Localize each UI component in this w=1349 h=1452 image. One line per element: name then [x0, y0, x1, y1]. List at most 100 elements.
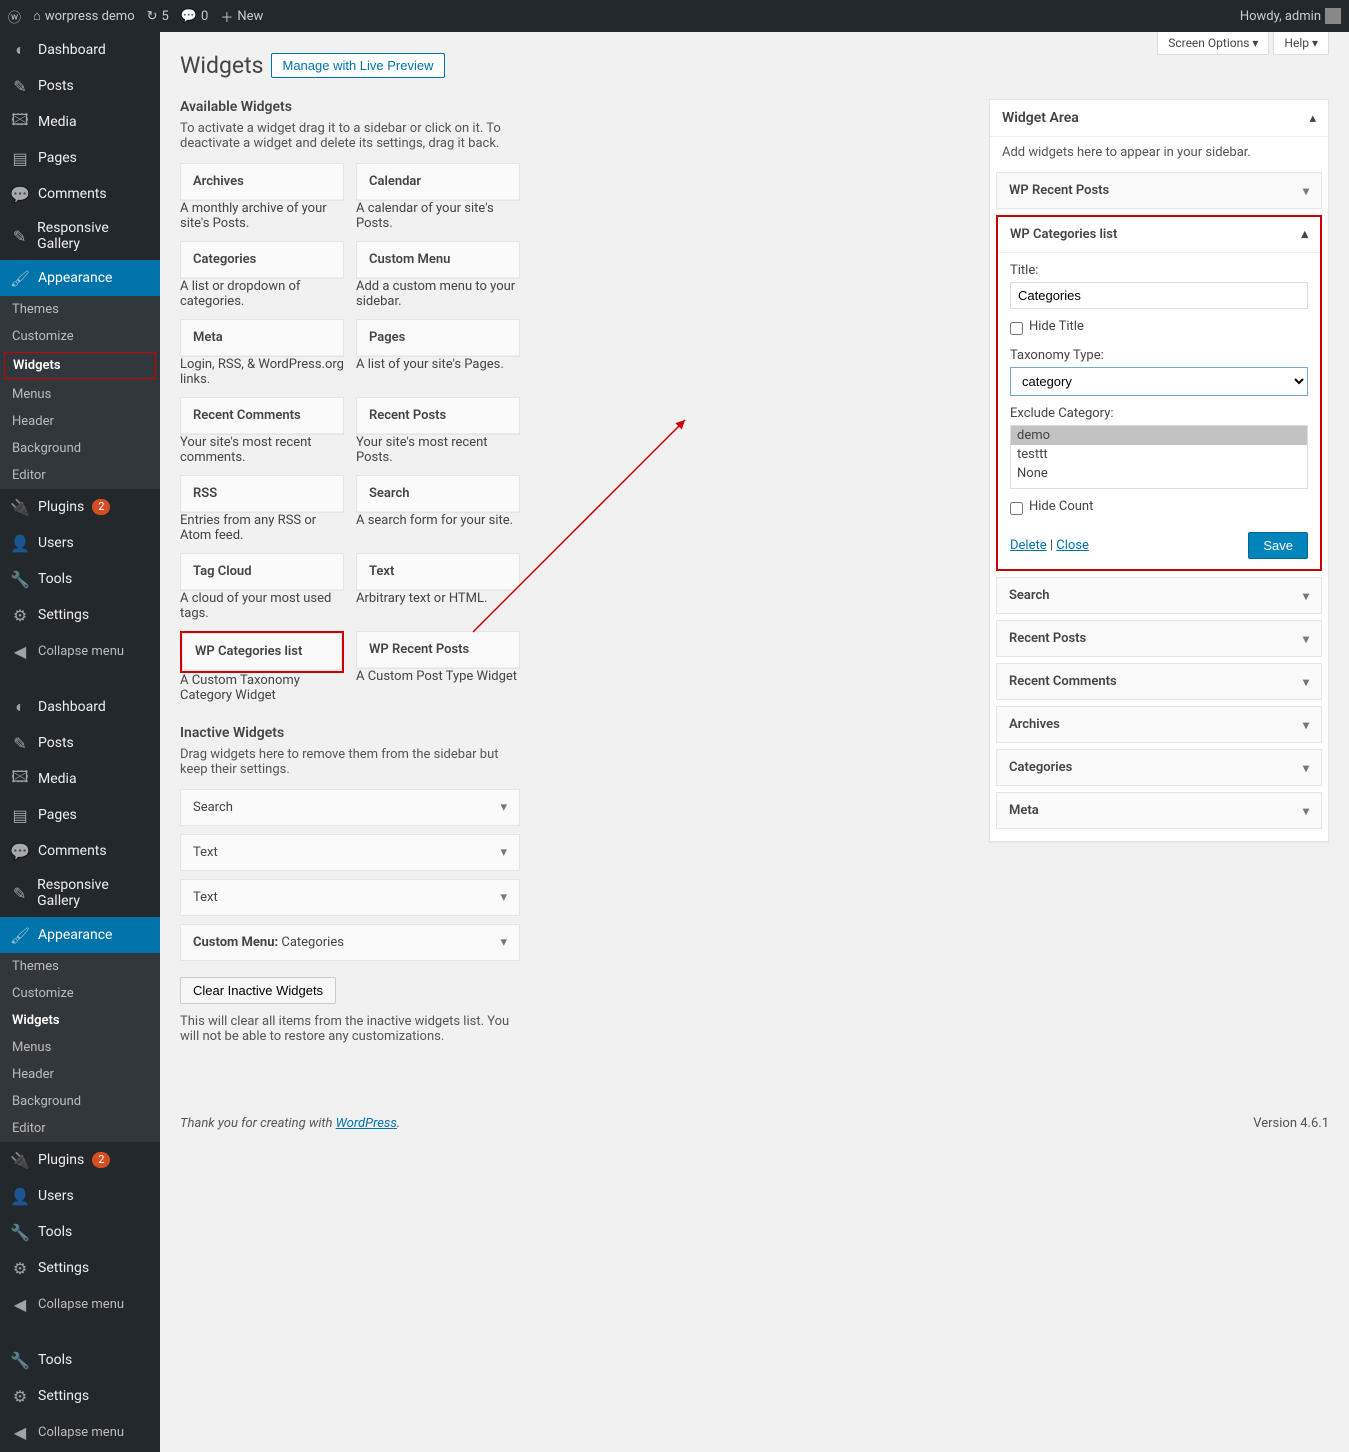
- exclude-option[interactable]: testtt: [1011, 445, 1307, 464]
- widget-row[interactable]: Categories▾: [997, 750, 1321, 785]
- comments-link[interactable]: 💬 0: [181, 9, 209, 24]
- title-input[interactable]: [1010, 282, 1308, 309]
- menu-plugins[interactable]: 🔌Plugins 2: [0, 489, 160, 525]
- screen-options-tab[interactable]: Screen Options ▾: [1157, 32, 1269, 55]
- available-widget[interactable]: WP Recent Posts: [356, 631, 520, 669]
- menu-users[interactable]: 👤Users: [0, 525, 160, 561]
- menu-comments[interactable]: 💬Comments: [0, 833, 160, 869]
- widget-area-desc: Add widgets here to appear in your sideb…: [990, 137, 1328, 172]
- exclude-option[interactable]: demo: [1011, 426, 1307, 445]
- menu-pages[interactable]: ▤Pages: [0, 797, 160, 833]
- widget-row[interactable]: Archives▾: [997, 707, 1321, 742]
- site-link[interactable]: ⌂ worpress demo: [33, 8, 135, 24]
- submenu-menus[interactable]: Menus: [0, 381, 160, 408]
- widget-desc: A list of your site's Pages.: [356, 357, 520, 372]
- menu-posts[interactable]: ✎Posts: [0, 68, 160, 104]
- collapse-menu[interactable]: ◀Collapse menu: [0, 1414, 160, 1450]
- inactive-widget[interactable]: Search▾: [180, 789, 520, 826]
- available-widget[interactable]: Calendar: [356, 163, 520, 201]
- menu-tools[interactable]: 🔧Tools: [0, 1214, 160, 1250]
- available-widget[interactable]: Tag Cloud: [180, 553, 344, 591]
- menu-settings[interactable]: ⚙Settings: [0, 1250, 160, 1286]
- menu-plugins[interactable]: 🔌Plugins 2: [0, 1142, 160, 1178]
- menu-comments[interactable]: 💬Comments: [0, 176, 160, 212]
- available-widget[interactable]: Text: [356, 553, 520, 591]
- posts-icon: ✎: [10, 733, 30, 753]
- available-widget[interactable]: Custom Menu: [356, 241, 520, 279]
- menu-appearance[interactable]: 🖌Appearance: [0, 260, 160, 296]
- close-link[interactable]: Close: [1056, 538, 1089, 553]
- submenu-header[interactable]: Header: [0, 1061, 160, 1088]
- available-widget[interactable]: WP Categories list: [182, 633, 342, 671]
- clear-inactive-button[interactable]: Clear Inactive Widgets: [180, 977, 336, 1004]
- available-widget[interactable]: Categories: [180, 241, 344, 279]
- exclude-option[interactable]: None: [1011, 464, 1307, 483]
- widget-open-header[interactable]: WP Categories list ▴: [998, 217, 1320, 253]
- howdy-link[interactable]: Howdy, admin: [1240, 8, 1341, 24]
- menu-appearance[interactable]: 🖌Appearance: [0, 917, 160, 953]
- chevron-down-icon: ▾: [1303, 184, 1309, 198]
- delete-link[interactable]: Delete: [1010, 538, 1047, 553]
- submenu-themes[interactable]: Themes: [0, 953, 160, 980]
- available-widget[interactable]: Recent Posts: [356, 397, 520, 435]
- wp-logo-icon[interactable]: ⓦ: [8, 7, 21, 26]
- new-link[interactable]: ＋ New: [220, 7, 263, 26]
- widget-title: Calendar: [357, 164, 519, 200]
- help-tab[interactable]: Help ▾: [1273, 32, 1329, 55]
- submenu-menus[interactable]: Menus: [0, 1034, 160, 1061]
- manage-live-preview-button[interactable]: Manage with Live Preview: [271, 53, 444, 78]
- menu-users[interactable]: 👤Users: [0, 1178, 160, 1214]
- available-widget[interactable]: Meta: [180, 319, 344, 357]
- inactive-widget[interactable]: Text▾: [180, 879, 520, 916]
- menu-dashboard[interactable]: ◐Dashboard: [0, 32, 160, 68]
- available-widget[interactable]: RSS: [180, 475, 344, 513]
- widget-row[interactable]: Recent Posts▾: [997, 621, 1321, 656]
- clear-inactive-desc: This will clear all items from the inact…: [180, 1014, 520, 1044]
- submenu-customize[interactable]: Customize: [0, 323, 160, 350]
- menu-gallery[interactable]: ✎Responsive Gallery: [0, 869, 160, 917]
- submenu-widgets[interactable]: Widgets: [4, 352, 156, 379]
- settings-icon: ⚙: [10, 605, 30, 625]
- widget-row[interactable]: WP Recent Posts▾: [997, 173, 1321, 208]
- comments-icon: 💬: [10, 184, 30, 204]
- available-widget[interactable]: Recent Comments: [180, 397, 344, 435]
- inactive-widget[interactable]: Custom Menu: Categories▾: [180, 924, 520, 961]
- menu-media[interactable]: 🖾Media: [0, 104, 160, 140]
- save-button[interactable]: Save: [1248, 532, 1308, 559]
- collapse-menu[interactable]: ◀Collapse menu: [0, 1286, 160, 1322]
- widget-area-header[interactable]: Widget Area ▴: [990, 100, 1328, 137]
- menu-dashboard[interactable]: ◐Dashboard: [0, 689, 160, 725]
- available-widget[interactable]: Pages: [356, 319, 520, 357]
- menu-tools[interactable]: 🔧Tools: [0, 561, 160, 597]
- tools-icon: 🔧: [10, 1350, 30, 1370]
- wordpress-link[interactable]: WordPress: [336, 1116, 397, 1131]
- menu-media[interactable]: 🖾Media: [0, 761, 160, 797]
- taxonomy-select[interactable]: category: [1010, 367, 1308, 396]
- menu-tools[interactable]: 🔧Tools: [0, 1342, 160, 1378]
- menu-settings[interactable]: ⚙Settings: [0, 1378, 160, 1414]
- widget-row[interactable]: Recent Comments▾: [997, 664, 1321, 699]
- updates-link[interactable]: ↻ 5: [147, 9, 169, 24]
- submenu-background[interactable]: Background: [0, 435, 160, 462]
- exclude-category-select[interactable]: demotestttNone: [1010, 425, 1308, 489]
- hide-count-checkbox[interactable]: [1010, 502, 1023, 515]
- media-icon: 🖾: [10, 112, 30, 132]
- hide-title-checkbox[interactable]: [1010, 322, 1023, 335]
- menu-posts[interactable]: ✎Posts: [0, 725, 160, 761]
- submenu-background[interactable]: Background: [0, 1088, 160, 1115]
- submenu-editor[interactable]: Editor: [0, 1115, 160, 1142]
- menu-settings[interactable]: ⚙Settings: [0, 597, 160, 633]
- widget-row[interactable]: Search▾: [997, 578, 1321, 613]
- submenu-customize[interactable]: Customize: [0, 980, 160, 1007]
- submenu-header[interactable]: Header: [0, 408, 160, 435]
- submenu-editor[interactable]: Editor: [0, 462, 160, 489]
- menu-gallery[interactable]: ✎Responsive Gallery: [0, 212, 160, 260]
- available-widget[interactable]: Search: [356, 475, 520, 513]
- menu-pages[interactable]: ▤Pages: [0, 140, 160, 176]
- submenu-widgets[interactable]: Widgets: [0, 1007, 160, 1034]
- submenu-themes[interactable]: Themes: [0, 296, 160, 323]
- inactive-widget[interactable]: Text▾: [180, 834, 520, 871]
- collapse-menu[interactable]: ◀Collapse menu: [0, 633, 160, 669]
- available-widget[interactable]: Archives: [180, 163, 344, 201]
- widget-row[interactable]: Meta▾: [997, 793, 1321, 828]
